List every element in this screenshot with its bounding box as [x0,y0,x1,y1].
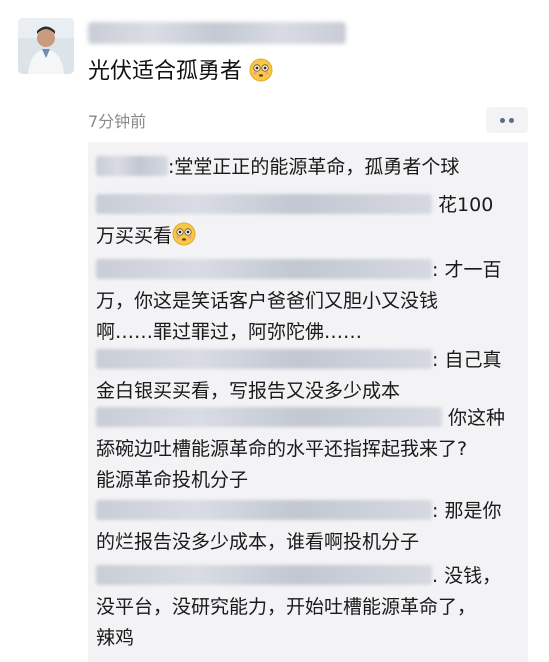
comment-text: . 没钱， [432,565,502,587]
comment-item[interactable]: : 才一百 万，你这是笑话客户爸爸们又胆小又没钱 啊……罪过罪过，阿弥陀佛…… [96,255,516,348]
comment-item[interactable]: : 那是你 的烂报告没多少成本，谁看啊投机分子 [96,496,516,558]
commenter-name-blurred[interactable] [96,259,432,279]
comment-text: : 自己真 [432,349,502,371]
comment-like-menu-button[interactable] [486,107,528,133]
post-content: 光伏适合孤勇者 [88,57,273,87]
commenter-name-blurred[interactable] [96,156,168,176]
post-timestamp: 7分钟前 [88,112,147,131]
comment-text: 金白银买买看，写报告又没多少成本 [96,380,401,402]
commenter-name-blurred[interactable] [96,565,432,585]
comment-item[interactable]: 花100 万买买看 [96,190,516,252]
comment-text: 的烂报告没多少成本，谁看啊投机分子 [96,531,420,553]
comment-text: : 那是你 [432,500,502,522]
post-text: 光伏适合孤勇者 [88,59,243,84]
commenter-name-blurred[interactable] [96,349,432,369]
comment-text: 没平台，没研究能力，开始吐槽能源革命了， [96,596,477,618]
comment-item[interactable]: 你这种 舔碗边吐槽能源革命的水平还指挥起我来了? 能源革命投机分子 [96,403,516,496]
commenter-name-blurred[interactable] [96,500,432,520]
comment-text: 啊……罪过罪过，阿弥陀佛…… [96,321,363,343]
comment-text: :堂堂正正的能源革命，孤勇者个球 [168,156,460,178]
person-photo-icon [18,18,74,74]
flushed-face-icon [172,222,196,246]
comment-item[interactable]: . 没钱， 没平台，没研究能力，开始吐槽能源革命了， 辣鸡 [96,561,516,654]
comment-item[interactable]: : 自己真 金白银买买看，写报告又没多少成本 [96,345,516,407]
user-avatar[interactable] [18,18,74,74]
comment-text: 万，你这是笑话客户爸爸们又胆小又没钱 [96,290,439,312]
username-blurred[interactable] [88,22,346,44]
commenter-name-blurred[interactable] [96,194,432,214]
comment-text: 你这种 [448,407,506,429]
comment-text: 辣鸡 [96,627,135,649]
more-dot-icon [509,117,514,123]
comment-text: 能源革命投机分子 [96,469,249,491]
comment-text: 花100 [438,194,494,216]
comment-item[interactable]: :堂堂正正的能源革命，孤勇者个球 [96,152,516,183]
commenter-name-blurred[interactable] [96,407,442,427]
comment-text: : 才一百 [432,259,502,281]
flushed-face-icon [249,58,273,82]
comment-text: 万买买看 [96,225,173,247]
more-dot-icon [500,117,505,123]
comment-text: 舔碗边吐槽能源革命的水平还指挥起我来了? [96,438,468,460]
